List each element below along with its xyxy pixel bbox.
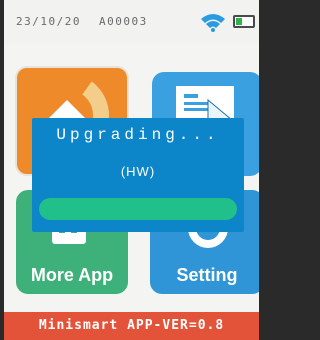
app-version: Minismart APP-VER=0.8 bbox=[38, 318, 225, 333]
dialog-title: Upgrading... bbox=[56, 126, 220, 144]
battery-icon bbox=[233, 15, 255, 28]
device-screen: 23/10/20 A00003 More App Setting Upgradi… bbox=[4, 0, 259, 340]
progress-bar bbox=[39, 198, 237, 220]
status-bar: 23/10/20 A00003 bbox=[4, 0, 259, 44]
status-date: 23/10/20 bbox=[16, 15, 81, 28]
tile-more-app-label: More App bbox=[30, 265, 114, 285]
progress-fill bbox=[39, 198, 237, 220]
tile-setting-label: Setting bbox=[176, 265, 238, 285]
wifi-icon bbox=[201, 14, 225, 32]
footer-bar: Minismart APP-VER=0.8 bbox=[4, 312, 259, 340]
dialog-subtitle: (HW) bbox=[120, 164, 156, 179]
upgrade-dialog: Upgrading... (HW) bbox=[32, 118, 244, 232]
status-device-id: A00003 bbox=[99, 15, 148, 28]
